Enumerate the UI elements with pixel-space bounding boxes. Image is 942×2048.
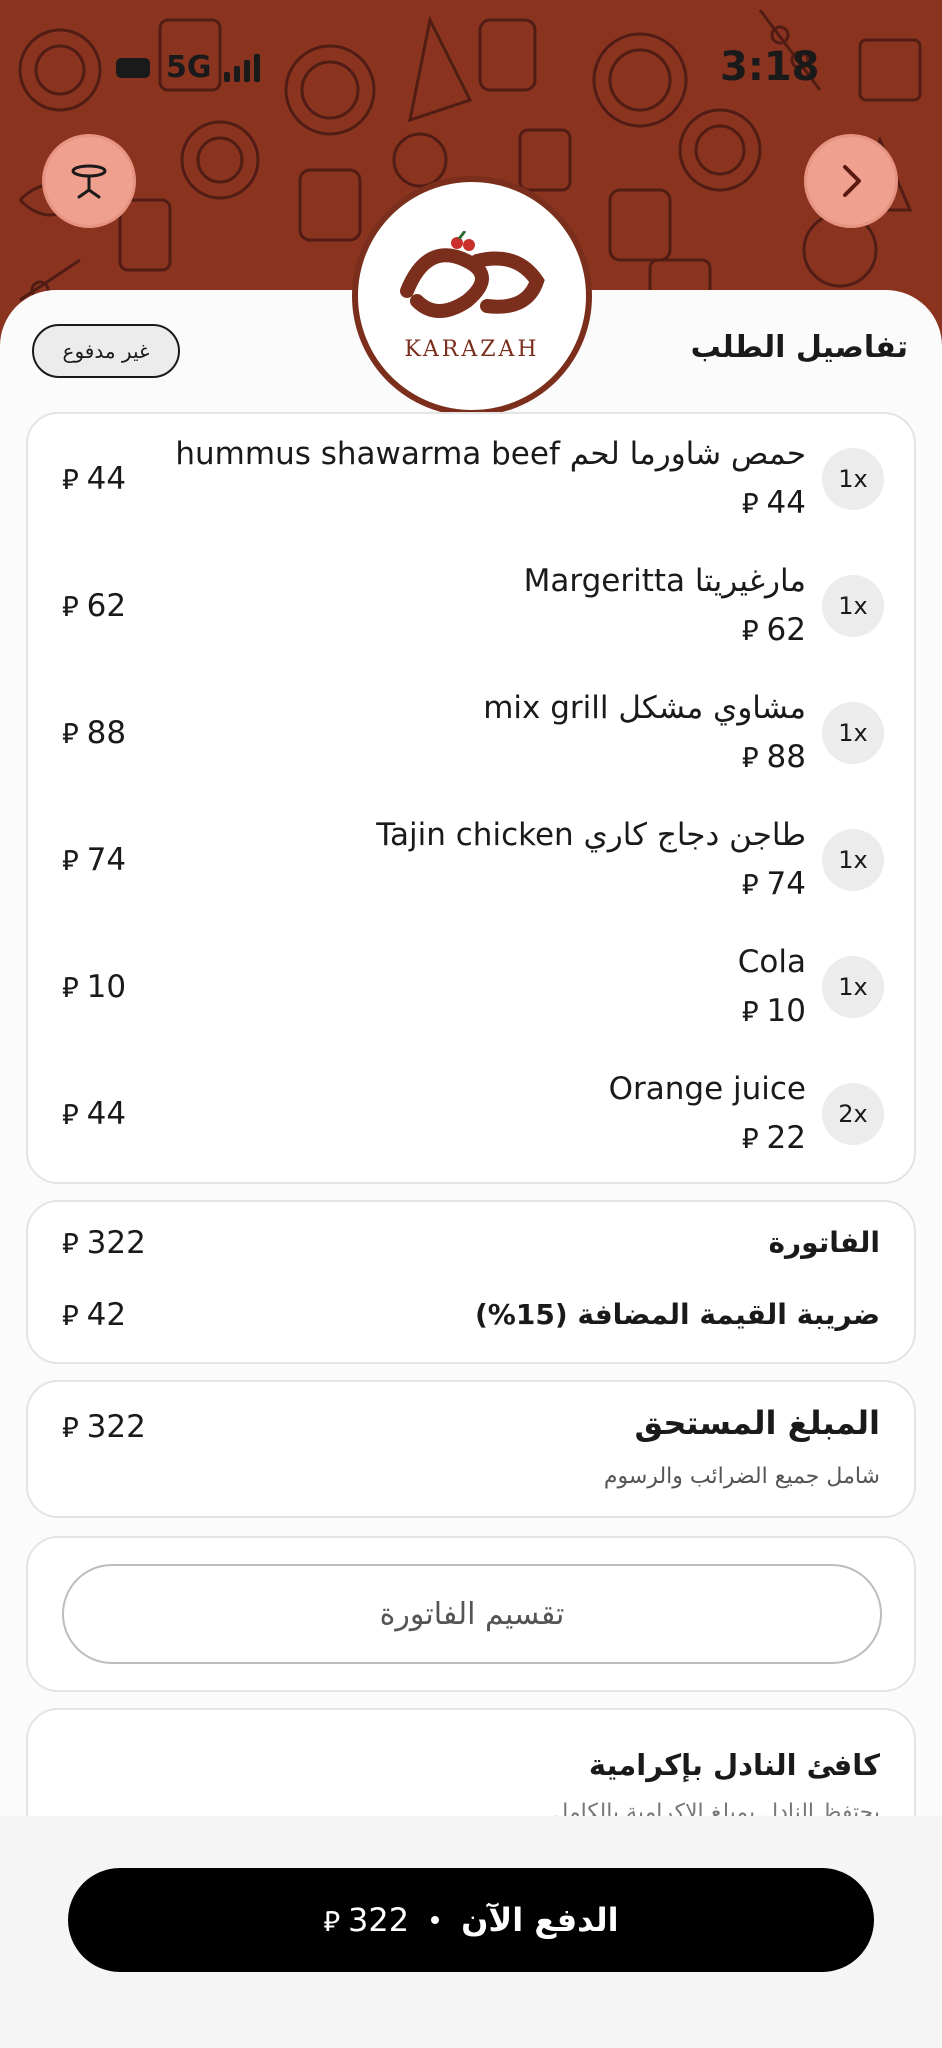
item-unit-price: ⃁ 22: [741, 1120, 806, 1156]
status-bar: 5G 3:18: [0, 0, 942, 130]
item-quantity: 1x: [822, 448, 884, 510]
item-total: ⃁ 44: [62, 1096, 127, 1132]
vat-label: ضريبة القيمة المضافة (15%): [474, 1298, 880, 1331]
item-name: مشاوي مشكل mix grill: [483, 690, 806, 726]
item-unit-price: ⃁ 74: [741, 866, 806, 902]
item-name: Orange juice: [608, 1071, 806, 1107]
table-button[interactable]: [42, 134, 136, 228]
item-total: ⃁ 74: [62, 842, 127, 878]
clock: 3:18: [720, 44, 820, 90]
riyal-icon: ⃁: [741, 487, 759, 520]
riyal-icon: ⃁: [62, 717, 79, 750]
riyal-icon: ⃁: [62, 1411, 79, 1444]
order-item: 1x مارغيريتا Margeritta ⃁ 62 ⃁ 62: [28, 541, 918, 668]
item-name: Cola: [737, 944, 806, 980]
order-item: 1x حمص شاورما لحم hummus shawarma beef ⃁…: [28, 414, 918, 541]
item-name: مارغيريتا Margeritta: [523, 563, 806, 599]
riyal-icon: ⃁: [741, 614, 759, 647]
invoice-value: ⃁ 322: [62, 1225, 146, 1261]
payment-status-badge: غير مدفوع: [32, 324, 180, 378]
riyal-icon: ⃁: [62, 463, 79, 496]
riyal-icon: ⃁: [741, 1122, 759, 1155]
item-name: طاجن دجاج كاري Tajin chicken: [376, 817, 806, 853]
order-item: 1x Cola ⃁ 10 ⃁ 10: [28, 922, 918, 1049]
logo-mark-icon: [400, 230, 545, 318]
order-item: 2x Orange juice ⃁ 22 ⃁ 44: [28, 1049, 918, 1176]
vat-value: ⃁ 42: [62, 1297, 127, 1333]
page-title: تفاصيل الطلب: [690, 330, 908, 365]
split-card: تقسيم الفاتورة: [26, 1536, 916, 1692]
order-items-card: 1x حمص شاورما لحم hummus shawarma beef ⃁…: [26, 412, 916, 1184]
riyal-icon: ⃁: [62, 590, 79, 623]
back-button[interactable]: [804, 134, 898, 228]
amount-due-note: شامل جميع الضرائب والرسوم: [603, 1464, 880, 1489]
separator-dot: [431, 1916, 440, 1924]
chevron-right-icon: [843, 165, 861, 197]
battery-icon: [116, 58, 150, 78]
riyal-icon: ⃁: [741, 868, 759, 901]
logo-text: KARAZAH: [404, 336, 540, 362]
pay-footer: ⃁ 322 الدفع الآن: [0, 1816, 942, 2048]
order-item: 1x مشاوي مشكل mix grill ⃁ 88 ⃁ 88: [28, 668, 918, 795]
restaurant-logo: KARAZAH: [352, 176, 592, 416]
pay-now-button[interactable]: ⃁ 322 الدفع الآن: [68, 1868, 874, 1972]
pay-now-label: الدفع الآن: [461, 1901, 619, 1939]
item-quantity: 1x: [822, 829, 884, 891]
riyal-icon: ⃁: [62, 1098, 79, 1131]
bill-summary-card: الفاتورة ⃁ 322 ضريبة القيمة المضافة (15%)…: [26, 1200, 916, 1364]
table-icon: [71, 164, 107, 199]
riyal-icon: ⃁: [62, 1299, 79, 1332]
item-quantity: 1x: [822, 575, 884, 637]
riyal-icon: ⃁: [741, 741, 759, 774]
amount-due-value: ⃁ 322: [62, 1409, 146, 1445]
item-unit-price: ⃁ 62: [741, 612, 806, 648]
tip-title: كافئ النادل بإكرامية: [588, 1748, 880, 1782]
riyal-icon: ⃁: [62, 971, 79, 1004]
invoice-label: الفاتورة: [768, 1226, 881, 1259]
item-quantity: 2x: [822, 1083, 884, 1145]
riyal-icon: ⃁: [62, 1227, 79, 1260]
signal-icon: [224, 54, 260, 82]
item-total: ⃁ 88: [62, 715, 127, 751]
item-quantity: 1x: [822, 956, 884, 1018]
amount-due-card: المبلغ المستحق شامل جميع الضرائب والرسوم…: [26, 1380, 916, 1518]
item-unit-price: ⃁ 10: [741, 993, 806, 1029]
network-label: 5G: [166, 50, 212, 85]
pay-amount: ⃁ 322: [323, 1901, 410, 1939]
item-total: ⃁ 10: [62, 969, 127, 1005]
amount-due-label: المبلغ المستحق: [634, 1404, 880, 1442]
riyal-icon: ⃁: [323, 1905, 341, 1938]
order-item: 1x طاجن دجاج كاري Tajin chicken ⃁ 74 ⃁ 74: [28, 795, 918, 922]
item-total: ⃁ 62: [62, 588, 127, 624]
split-bill-button[interactable]: تقسيم الفاتورة: [62, 1564, 882, 1664]
item-quantity: 1x: [822, 702, 884, 764]
item-name: حمص شاورما لحم hummus shawarma beef: [175, 436, 806, 472]
riyal-icon: ⃁: [62, 844, 79, 877]
item-unit-price: ⃁ 44: [741, 485, 806, 521]
riyal-icon: ⃁: [741, 995, 759, 1028]
item-unit-price: ⃁ 88: [741, 739, 806, 775]
item-total: ⃁ 44: [62, 461, 127, 497]
